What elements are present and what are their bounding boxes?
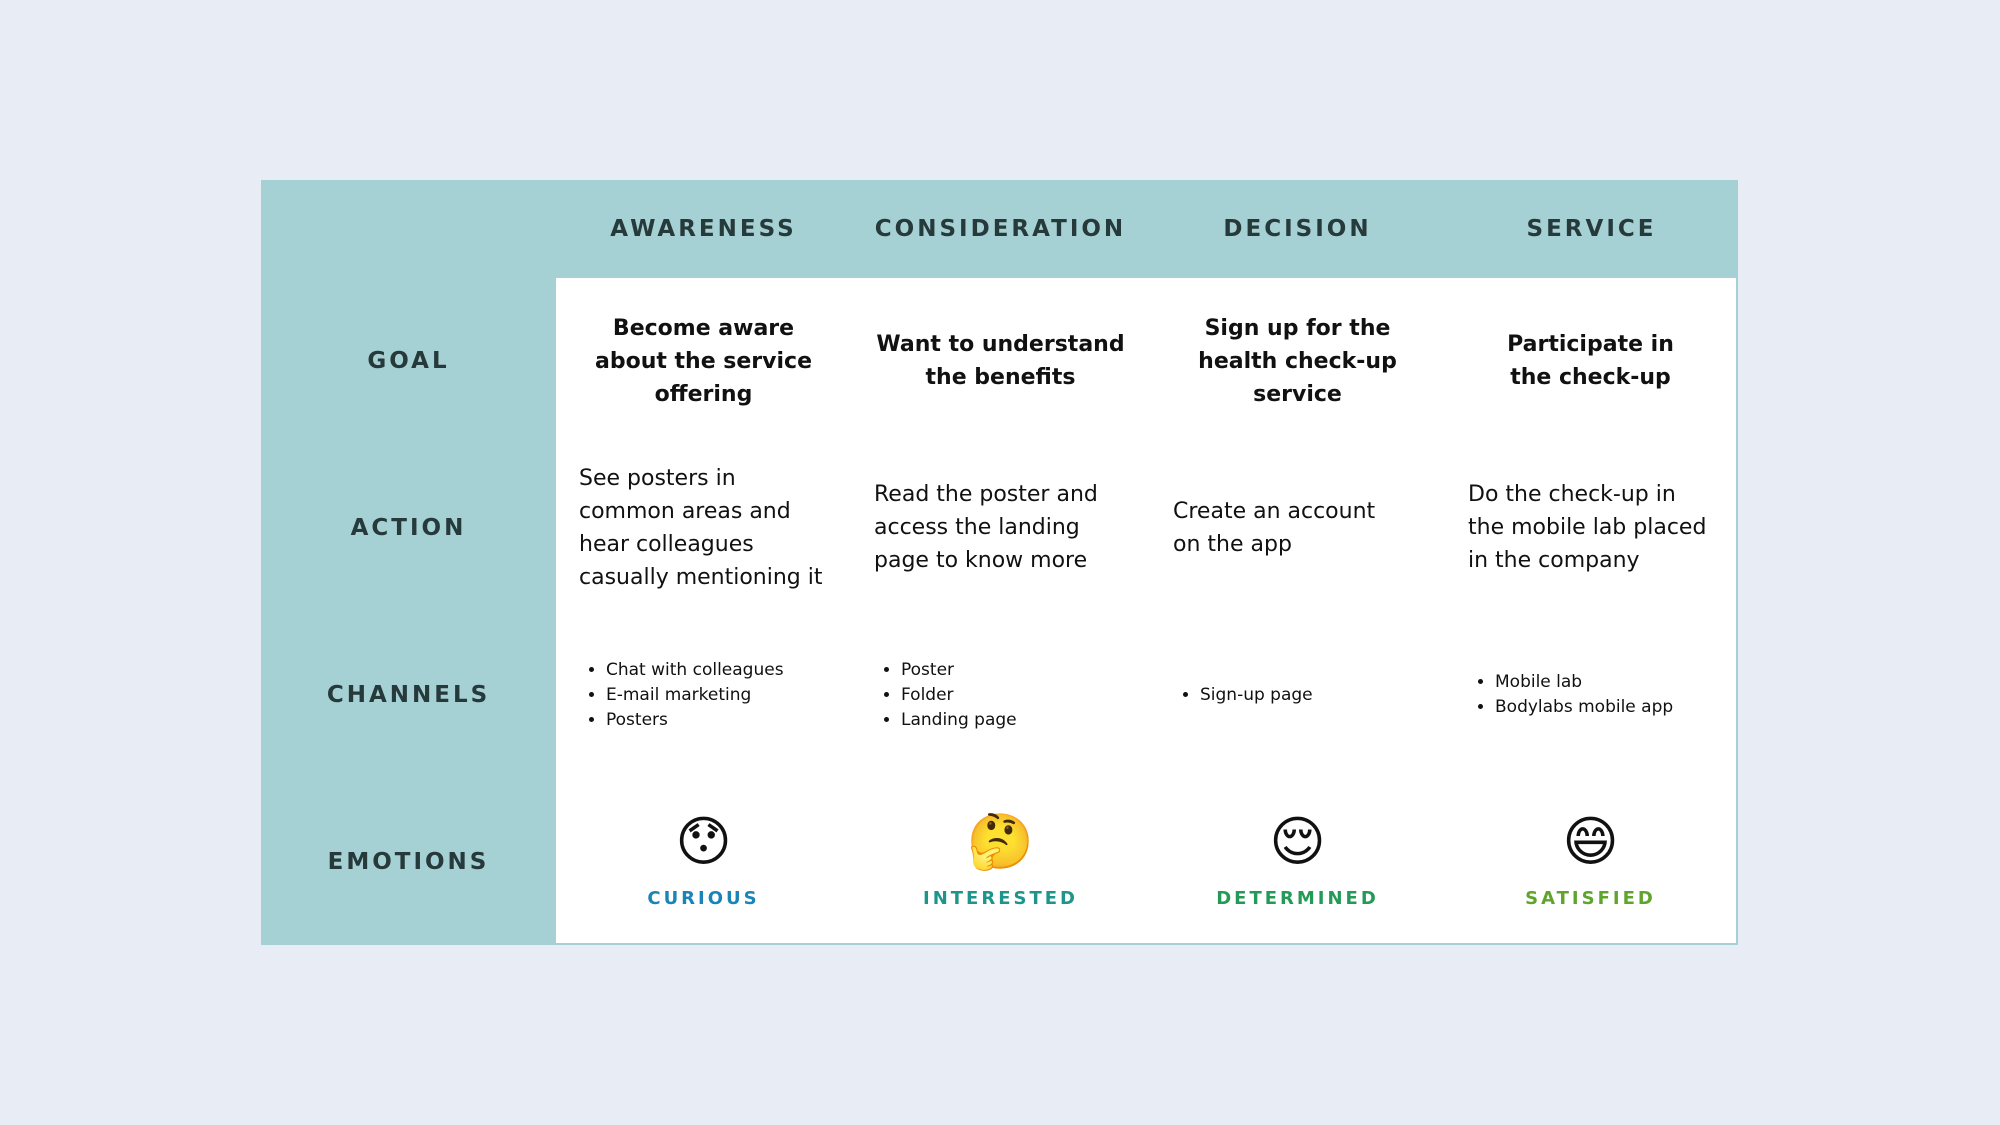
channel-item: E-mail marketing: [606, 683, 784, 708]
channel-item: Bodylabs mobile app: [1495, 695, 1673, 720]
goal-cell: Become aware about the service offering: [556, 278, 853, 446]
channel-item: Folder: [901, 683, 1017, 708]
channels-list: Mobile lab Bodylabs mobile app: [1475, 670, 1673, 720]
stage-header-service: SERVICE: [1526, 216, 1657, 242]
emotion-label: DETERMINED: [1216, 887, 1379, 909]
action-text: Create an account on the app: [1173, 498, 1376, 557]
channels-list: Poster Folder Landing page: [881, 658, 1017, 733]
goal-text: Sign up for the health check-up service: [1198, 315, 1397, 407]
goal-cell: Sign up for the health check-up service: [1150, 278, 1447, 446]
action-cell: Read the poster and access the landing p…: [851, 444, 1152, 613]
stage-header-consideration: CONSIDERATION: [874, 216, 1127, 242]
emotion-label: SATISFIED: [1525, 887, 1656, 909]
goal-text: Want to understand the benefits: [876, 332, 1125, 390]
action-cell: Do the check-up in the mobile lab placed…: [1445, 444, 1738, 613]
stage-header-decision: DECISION: [1223, 216, 1372, 242]
emotion-cell: 🤔 INTERESTED: [851, 779, 1152, 945]
row-header-emotions: EMOTIONS: [327, 849, 490, 875]
channel-item: Landing page: [901, 708, 1017, 733]
goal-cell: Participate in the check-up: [1445, 278, 1738, 446]
action-text: Read the poster and access the landing p…: [874, 482, 1098, 573]
channels-list: Sign-up page: [1180, 683, 1313, 708]
channel-item: Mobile lab: [1495, 670, 1673, 695]
emotion-label: CURIOUS: [647, 887, 760, 909]
emotion-label: INTERESTED: [923, 887, 1078, 909]
goal-text: Become aware about the service offering: [594, 315, 812, 407]
thinking-face-icon: 🤔: [966, 809, 1035, 873]
row-header-action: ACTION: [350, 514, 467, 541]
channels-cell: Chat with colleagues E-mail marketing Po…: [556, 611, 853, 781]
row-header-channels: CHANNELS: [326, 682, 491, 708]
channel-item: Posters: [606, 708, 784, 733]
relieved-face-icon: 😌: [1269, 809, 1326, 873]
emotion-cell: 😌 DETERMINED: [1150, 779, 1447, 945]
customer-journey-map: AWARENESS CONSIDERATION DECISION SERVICE…: [261, 180, 1738, 945]
action-cell: Create an account on the app: [1150, 444, 1447, 613]
channels-cell: Mobile lab Bodylabs mobile app: [1445, 611, 1738, 781]
channels-list: Chat with colleagues E-mail marketing Po…: [586, 658, 784, 733]
channel-item: Poster: [901, 658, 1017, 683]
hushed-face-icon: 😯: [675, 809, 732, 873]
emotion-cell: 😯 CURIOUS: [556, 779, 853, 945]
channel-item: Chat with colleagues: [606, 658, 784, 683]
grinning-smiling-eyes-icon: 😄: [1562, 809, 1619, 873]
action-cell: See posters in common areas and hear col…: [556, 444, 853, 613]
action-text: See posters in common areas and hear col…: [579, 465, 823, 590]
channel-item: Sign-up page: [1200, 683, 1313, 708]
channels-cell: Poster Folder Landing page: [851, 611, 1152, 781]
channels-cell: Sign-up page: [1150, 611, 1447, 781]
row-header-goal: GOAL: [367, 348, 450, 374]
stage-header-awareness: AWARENESS: [610, 216, 797, 242]
goal-text: Participate in the check-up: [1507, 332, 1674, 390]
action-text: Do the check-up in the mobile lab placed…: [1468, 482, 1707, 573]
goal-cell: Want to understand the benefits: [851, 278, 1152, 446]
emotion-cell: 😄 SATISFIED: [1445, 779, 1738, 945]
